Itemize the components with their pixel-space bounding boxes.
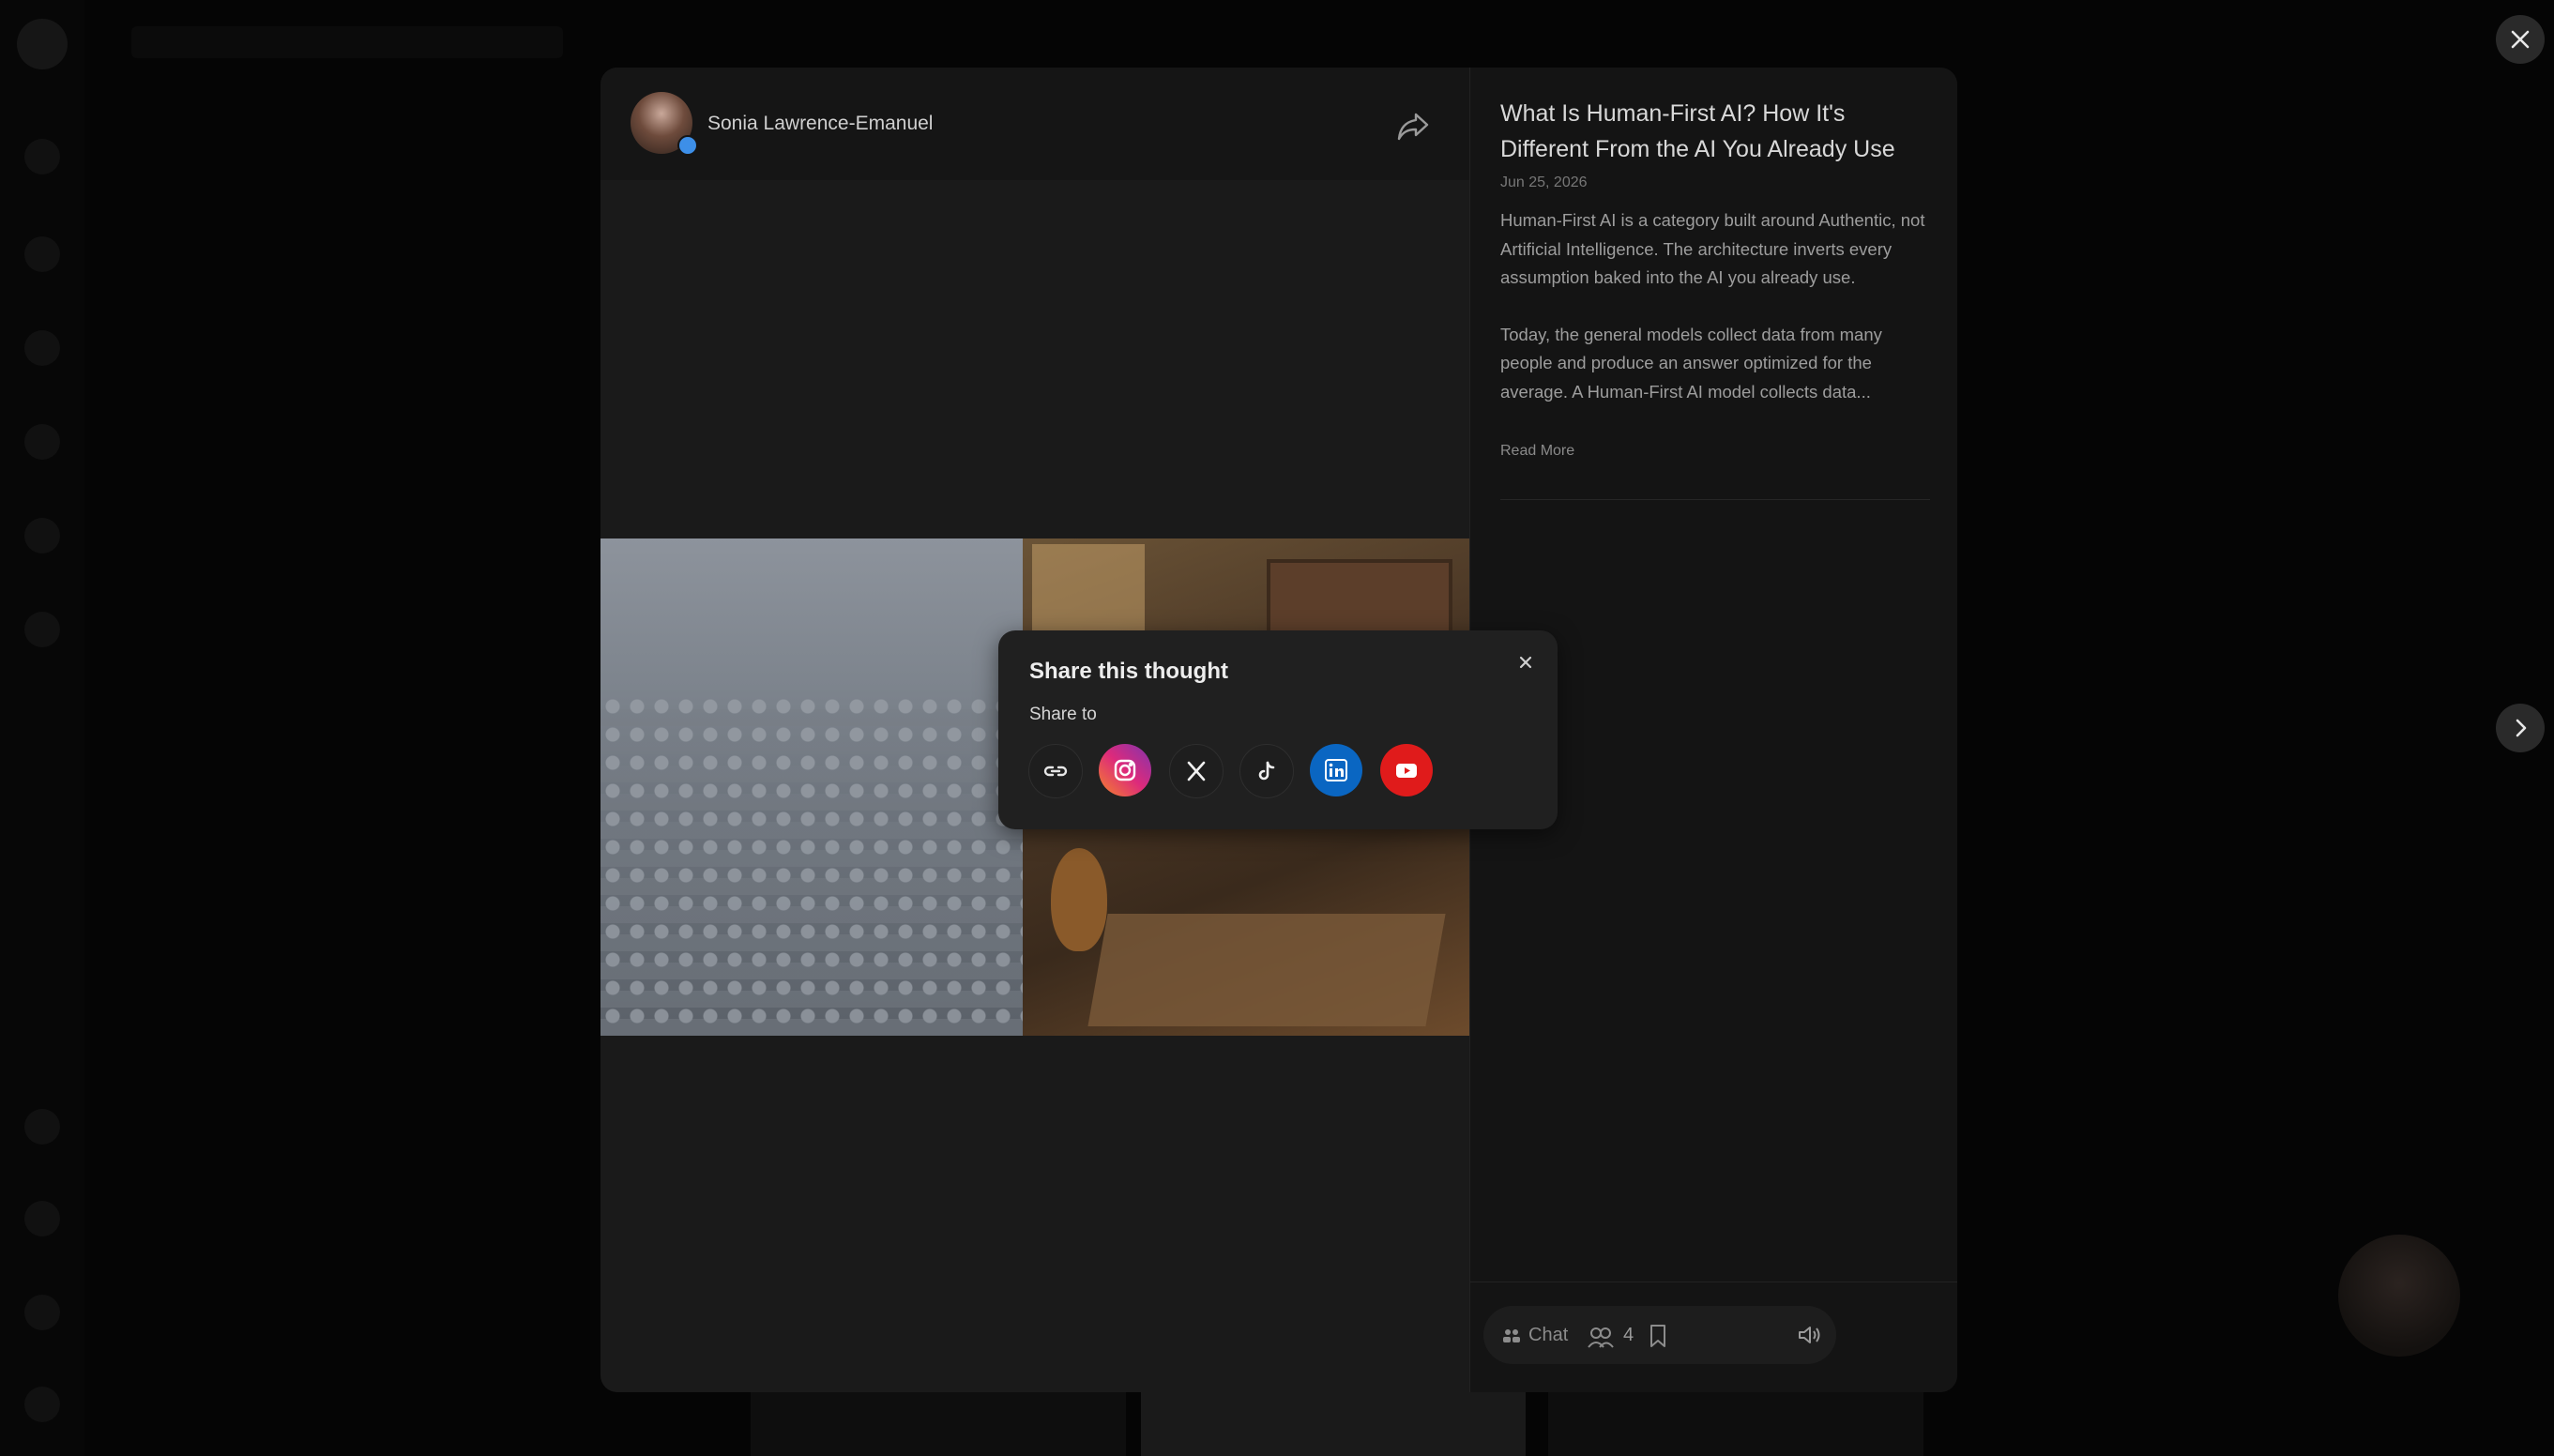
background-nav-icon (24, 424, 60, 460)
post-header: Sonia Lawrence-Emanuel (600, 68, 1469, 180)
instagram-icon (1114, 759, 1136, 781)
link-icon (1043, 766, 1068, 777)
reaction-count: 4 (1623, 1325, 1634, 1345)
background-nav-icon (24, 236, 60, 272)
background-nav-icon (24, 518, 60, 554)
background-card (1548, 1392, 1923, 1456)
post-paragraph: Human-First AI is a category built aroun… (1500, 210, 1925, 287)
chat-people-icon (1502, 1327, 1521, 1345)
background-card (751, 1392, 1126, 1456)
copy-link-button[interactable] (1028, 744, 1083, 798)
bookmark-icon[interactable] (1648, 1323, 1668, 1349)
post-body: Human-First AI is a category built aroun… (1500, 206, 1932, 434)
close-modal-button[interactable] (2496, 15, 2545, 64)
background-logo (17, 19, 68, 69)
background-nav-icon (24, 612, 60, 647)
background-nav-icon (24, 1387, 60, 1422)
youtube-icon (1396, 764, 1417, 778)
linkedin-share-button[interactable] (1310, 744, 1362, 796)
background-nav-icon (24, 1109, 60, 1145)
chat-label: Chat (1528, 1325, 1569, 1345)
share-popup-title: Share this thought (1029, 659, 1228, 684)
instagram-share-button[interactable] (1099, 744, 1151, 796)
share-popup: Share this thought Share to (998, 630, 1558, 829)
x-icon (1187, 761, 1206, 781)
background-nav-icon (24, 330, 60, 366)
post-title: What Is Human-First AI? How It's Differe… (1500, 100, 1895, 162)
tiktok-share-button[interactable] (1239, 744, 1294, 798)
share-popup-subtitle: Share to (1029, 705, 1097, 724)
youtube-share-button[interactable] (1380, 744, 1433, 796)
x-share-button[interactable] (1169, 744, 1224, 798)
background-sidebar (0, 0, 84, 1456)
share-arrow-icon[interactable] (1394, 107, 1432, 144)
close-share-popup-button[interactable] (1514, 651, 1537, 674)
verified-badge-icon (677, 135, 698, 156)
background-topbar (131, 26, 563, 58)
background-card (1141, 1392, 1526, 1456)
post-paragraph: Today, the general models collect data f… (1500, 324, 1882, 402)
linkedin-icon (1325, 759, 1347, 781)
author-name[interactable]: Sonia Lawrence-Emanuel (707, 113, 933, 135)
speaker-icon[interactable] (1797, 1324, 1821, 1346)
tiktok-icon (1258, 761, 1275, 781)
floating-avatar[interactable] (2338, 1235, 2460, 1357)
post-date: Jun 25, 2026 (1500, 174, 1588, 190)
read-more-link[interactable]: Read More (1500, 443, 1574, 460)
background-nav-icon (24, 1201, 60, 1236)
divider (1500, 499, 1930, 500)
background-nav-icon (24, 139, 60, 174)
next-post-button[interactable] (2496, 704, 2545, 752)
reaction-icon[interactable] (1586, 1325, 1616, 1351)
background-nav-icon (24, 1295, 60, 1330)
crowd-image (600, 538, 1023, 1036)
